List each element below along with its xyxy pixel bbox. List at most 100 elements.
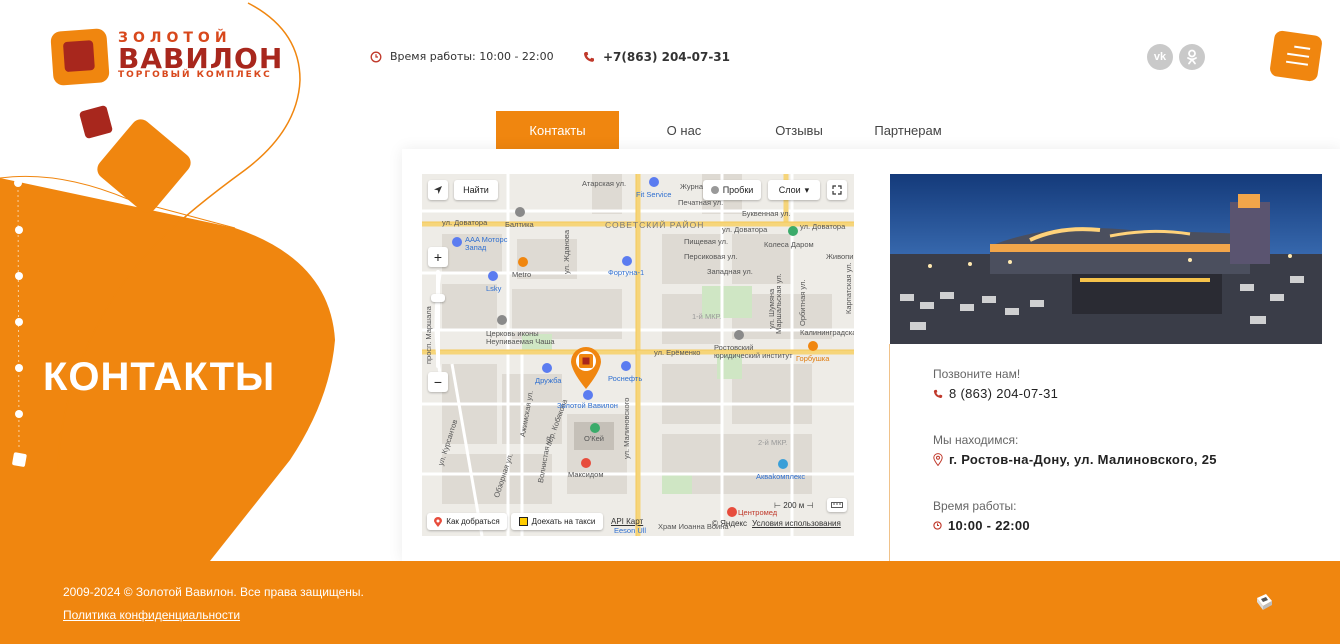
phone-icon: [933, 389, 943, 398]
vk-social-icon[interactable]: vk: [1147, 44, 1173, 70]
map-label-street: Атарская ул.: [582, 179, 627, 188]
map-label-street: Западная ул.: [707, 267, 753, 276]
map-label-poi: Metro: [512, 270, 532, 279]
map-label-poi: Горбушка: [796, 354, 830, 363]
developer-logo-icon[interactable]: [1254, 592, 1274, 612]
map-label-street: Калининградская: [800, 328, 854, 337]
menu-burger-button[interactable]: [1269, 29, 1323, 83]
header-phone-text: +7(863) 204-07-31: [603, 50, 731, 64]
map-label-poi: Фортуна-1: [608, 268, 645, 277]
page-title: КОНТАКТЫ: [43, 355, 276, 399]
layers-label: Слои: [778, 185, 801, 195]
yandex-map[interactable]: СОВЕТСКИЙ РАЙОН ул. Доватора ул. Доватор…: [422, 174, 854, 536]
map-terms-link[interactable]: Условия использования: [752, 519, 841, 528]
map-poi-icon[interactable]: [515, 207, 525, 217]
fullscreen-button[interactable]: [827, 180, 847, 200]
route-pin-icon: [434, 516, 443, 527]
map-poi-icon[interactable]: [497, 315, 507, 325]
footer: 2009-2024 © Золотой Вавилон. Все права з…: [0, 561, 1340, 644]
privacy-policy-link[interactable]: Политика конфиденциальности: [63, 608, 240, 622]
layers-button[interactable]: Слои ▾: [768, 180, 820, 200]
map-poi-icon[interactable]: [788, 226, 798, 236]
map-label-street: просп. Маршала: [424, 306, 433, 364]
zoom-slider-handle[interactable]: [431, 294, 445, 302]
map-poi-icon[interactable]: [452, 237, 462, 247]
hours-label: Время работы:: [933, 499, 1017, 513]
burger-line: [1285, 60, 1309, 66]
map-poi-icon[interactable]: [488, 271, 498, 281]
ruler-icon: [831, 502, 843, 508]
taxi-button[interactable]: Доехать на такси: [511, 513, 603, 530]
map-label-street: ул. Шумяна: [767, 288, 776, 329]
ruler-button[interactable]: [827, 498, 847, 512]
ok-social-icon[interactable]: [1179, 44, 1205, 70]
map-label-poi: AAA Моторс Запад: [465, 235, 508, 253]
header-hours: Время работы: 10:00 - 22:00: [370, 50, 554, 63]
phone-icon: [584, 52, 594, 62]
map-poi-icon[interactable]: [778, 459, 788, 469]
route-button[interactable]: Как добраться: [427, 513, 507, 530]
tab-about[interactable]: О нас: [619, 111, 749, 149]
tab-contacts[interactable]: Контакты: [496, 111, 619, 149]
geolocation-button[interactable]: [428, 180, 448, 200]
zoom-in-button[interactable]: +: [428, 247, 448, 267]
header-phone[interactable]: +7(863) 204-07-31: [583, 50, 730, 64]
tab-partners[interactable]: Партнерам: [849, 111, 967, 149]
hours-value: 10:00 - 22:00: [933, 518, 1030, 533]
map-label-poi: Ростовский юридический институт: [714, 343, 793, 361]
call-label: Позвоните нам!: [933, 367, 1021, 381]
map-poi-icon[interactable]: [622, 256, 632, 266]
zoom-out-button[interactable]: −: [428, 372, 448, 392]
map-poi-icon[interactable]: [518, 257, 528, 267]
site-logo[interactable]: ЗОЛОТОЙ ВАВИЛОН ТОРГОВЫЙ КОМПЛЕКС: [50, 28, 302, 88]
map-label-street: Персиковая ул.: [684, 252, 738, 261]
map-label-poi: Fit Service: [636, 190, 672, 199]
location-pin-icon[interactable]: [568, 344, 604, 390]
map-label-poi: Eeson Ull: [614, 526, 647, 535]
burger-line: [1287, 52, 1310, 58]
traffic-button[interactable]: Пробки: [703, 180, 761, 200]
map-poi-icon[interactable]: [542, 363, 552, 373]
traffic-light-icon: [710, 186, 719, 194]
map-label-poi: Церковь иконы Неупиваемая Чаша: [486, 329, 555, 347]
map-label-poi: Дружба: [535, 376, 562, 385]
hours-value-text: 10:00 - 22:00: [948, 518, 1030, 533]
map-poi-icon[interactable]: [583, 390, 593, 400]
map-poi-icon[interactable]: [649, 177, 659, 187]
map-poi-icon[interactable]: [727, 507, 737, 517]
map-label-street: Пищевая ул.: [684, 237, 729, 246]
map-label-street: ул. Доватора: [722, 225, 768, 234]
zoom-slider-track[interactable]: [436, 270, 440, 368]
map-scale-value: 200 м: [783, 501, 805, 510]
clock-icon: [370, 51, 382, 62]
map-label-street: ул. Доватора: [442, 218, 488, 227]
map-scale: ⊢ 200 м ⊣: [774, 501, 814, 510]
map-poi-icon[interactable]: [581, 458, 591, 468]
navigation-arrow-icon: [434, 186, 442, 194]
call-value[interactable]: 8 (863) 204-07-31: [933, 386, 1058, 401]
info-divider: [889, 344, 890, 561]
map-label-poi: Акваkомплекс: [756, 472, 806, 481]
map-label-street: Журна: [680, 182, 703, 191]
api-maps-link[interactable]: API Карт: [611, 517, 643, 526]
map-label-district: 2-й МКР.: [758, 438, 788, 447]
mall-photo: [890, 174, 1322, 344]
map-label-district: СОВЕТСКИЙ РАЙОН: [605, 220, 705, 230]
map-poi-icon[interactable]: [590, 423, 600, 433]
map-poi-icon[interactable]: [621, 361, 631, 371]
address-value: г. Ростов-на-Дону, ул. Малиновского, 25: [933, 452, 1217, 467]
taxi-icon: [518, 517, 528, 526]
traffic-label: Пробки: [722, 185, 754, 195]
map-label-street: Карпатская ул.: [844, 262, 853, 314]
address-value-text: г. Ростов-на-Дону, ул. Малиновского, 25: [949, 452, 1217, 467]
map-poi-icon[interactable]: [734, 330, 744, 340]
map-label-poi: О'Кей: [584, 434, 604, 443]
location-pin-icon: [933, 453, 943, 466]
logo-sub-text: ТОРГОВЫЙ КОМПЛЕКС: [118, 70, 272, 80]
tab-reviews[interactable]: Отзывы: [749, 111, 849, 149]
map-label-poi: Колеса Даром: [764, 240, 814, 249]
map-label-district: 1-й МКР.: [692, 312, 722, 321]
map-find-button[interactable]: Найти: [454, 180, 498, 200]
map-poi-icon[interactable]: [808, 341, 818, 351]
clock-icon: [933, 521, 942, 530]
